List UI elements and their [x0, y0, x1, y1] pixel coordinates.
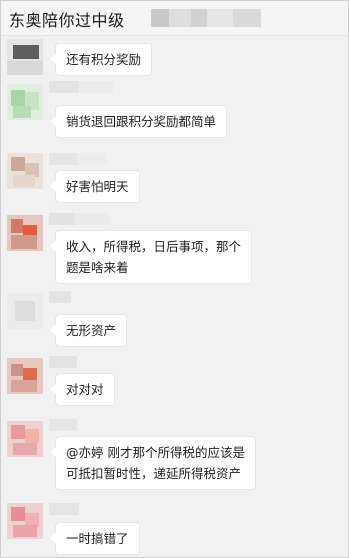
avatar[interactable]	[7, 293, 43, 329]
message-bubble: 还有积分奖励	[49, 44, 152, 75]
message-bubble: 一时搞错了	[50, 523, 139, 554]
avatar[interactable]	[7, 421, 43, 457]
avatar[interactable]	[7, 358, 43, 394]
message-bubble: 对对对	[50, 374, 114, 405]
message-bubble: @亦婷 刚才那个所得税的应该是 可抵扣暂时性，递延所得税资产	[50, 437, 255, 489]
avatar[interactable]	[7, 84, 43, 120]
message-bubble: 无形资产	[49, 315, 127, 346]
avatar[interactable]	[7, 153, 43, 189]
chat-window: 东奥陪你过中级 还有积分奖励 销货退回跟积分奖励都简单 好害怕明天 收入，所得税…	[0, 0, 349, 558]
message-bubble: 销货退回跟积分奖励都简单	[49, 106, 227, 137]
chat-title: 东奥陪你过中级	[9, 11, 125, 30]
message-bubble: 收入，所得税，日后事项，那个 题是啥来着	[49, 231, 252, 283]
avatar[interactable]	[7, 215, 43, 251]
avatar[interactable]	[7, 503, 43, 539]
chat-header: 东奥陪你过中级	[1, 1, 348, 36]
title-blurred-suffix	[151, 9, 261, 27]
avatar[interactable]	[7, 39, 43, 75]
message-bubble: 好害怕明天	[50, 171, 139, 202]
